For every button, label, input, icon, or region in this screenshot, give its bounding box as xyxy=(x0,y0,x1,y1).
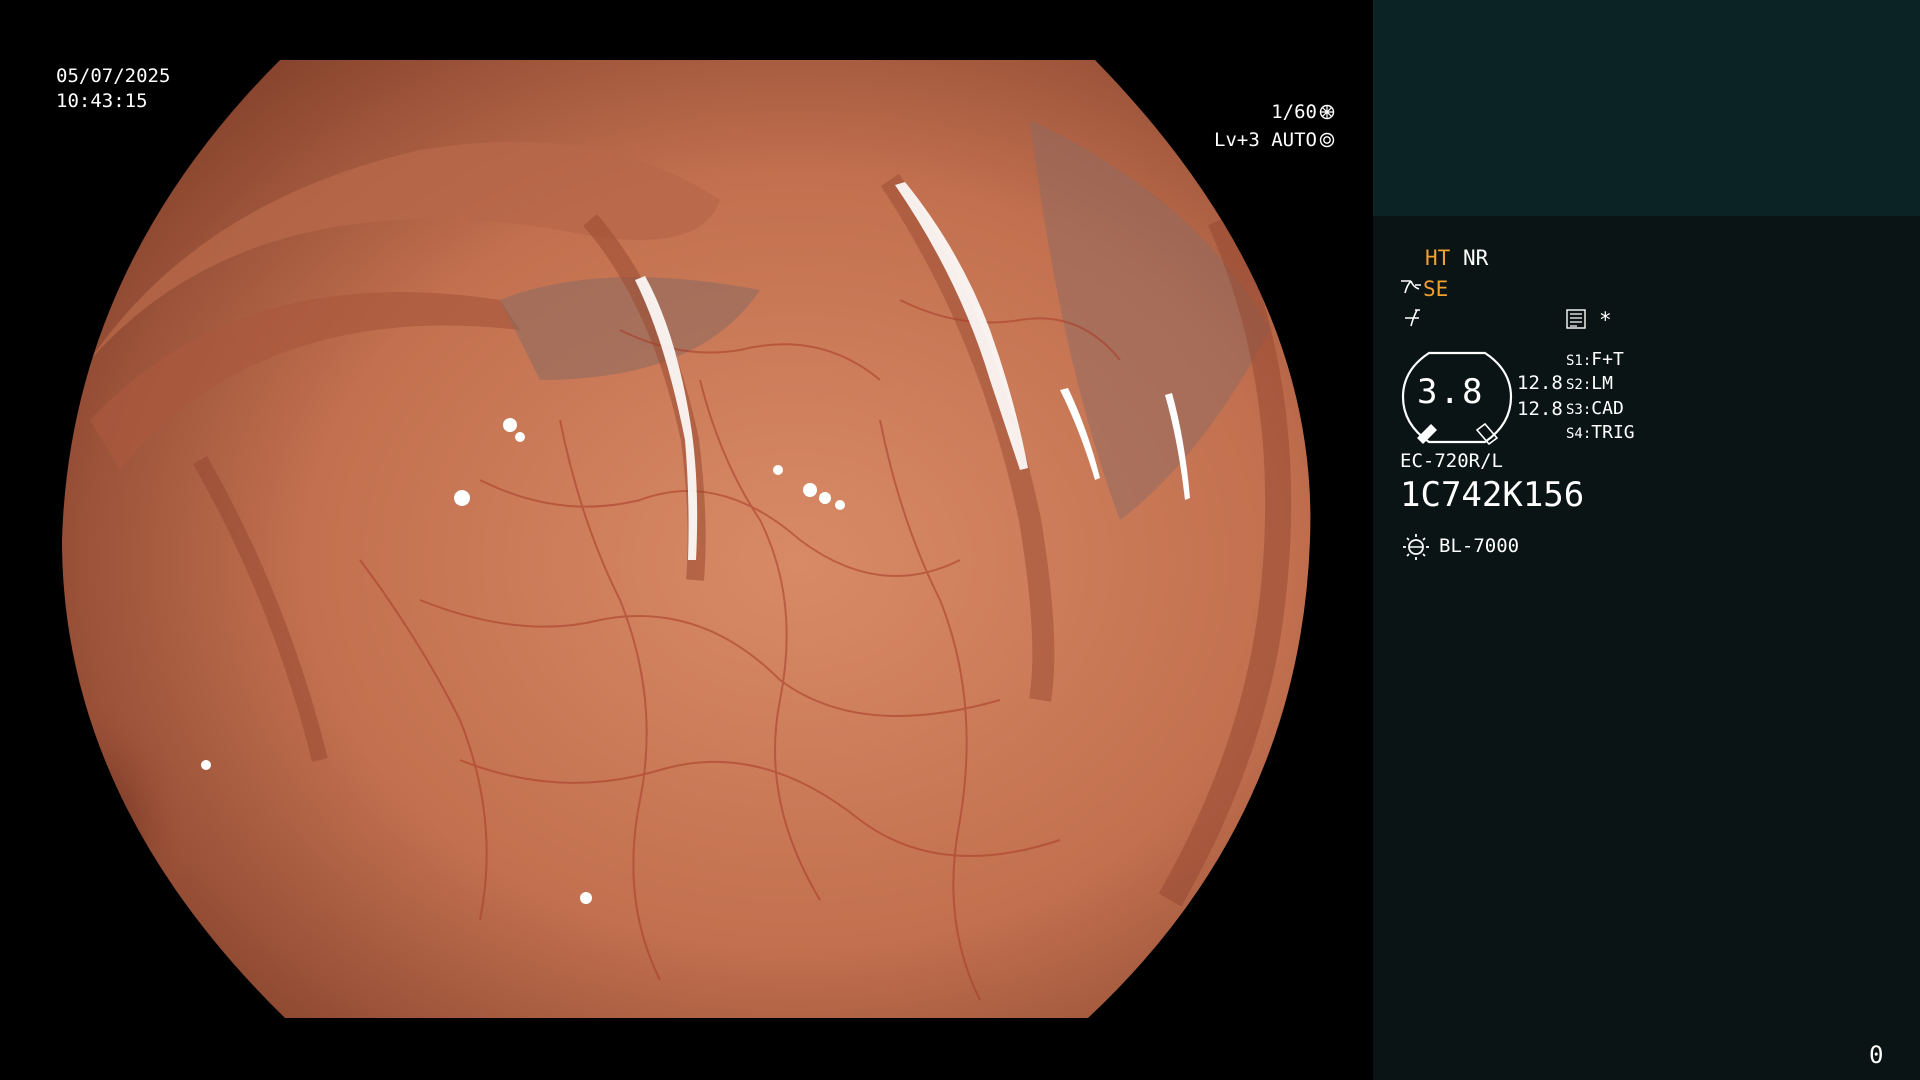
enhance-icon xyxy=(1401,280,1421,294)
shutter-label: 1/60 xyxy=(1271,101,1317,123)
image-counter: 0 xyxy=(1869,1041,1884,1069)
se-indicator: SE xyxy=(1423,277,1449,301)
scope-serial: 1C742K156 xyxy=(1400,475,1585,515)
switch-label: CAD xyxy=(1591,398,1624,419)
endoscopic-image xyxy=(62,60,1311,1018)
value-readout-1: 12.8 xyxy=(1517,372,1563,394)
freeze-icon xyxy=(1405,309,1420,327)
switch-3: S3:CAD xyxy=(1566,398,1624,419)
switch-4: S4:TRIG xyxy=(1566,422,1635,443)
patient-info-box xyxy=(1373,0,1920,216)
scope-model: EC-720R/L xyxy=(1400,450,1503,472)
switch-key: S1 xyxy=(1566,353,1583,369)
light-source: BL-7000 xyxy=(1439,535,1520,557)
lamp-icon xyxy=(1403,534,1429,560)
endoscope-view: 05/07/2025 10:43:15 1/60 Lv+3 AUTO xyxy=(0,0,1373,1080)
light-level-label: Lv+3 AUTO xyxy=(1214,129,1317,151)
auto-iris-icon xyxy=(1319,132,1335,148)
info-panel: HT NR SE * 3.8 12.8 12.8 S1:F+T S2:LM S3… xyxy=(1373,0,1920,1080)
ht-indicator: HT xyxy=(1425,246,1451,270)
switch-label: LM xyxy=(1591,373,1613,394)
nr-indicator: NR xyxy=(1463,246,1489,270)
gauge-value: 3.8 xyxy=(1417,372,1485,412)
switch-key: S2 xyxy=(1566,377,1583,393)
shutter-icon xyxy=(1319,104,1335,120)
switch-key: S3 xyxy=(1566,402,1583,418)
structure-icon xyxy=(1566,309,1586,329)
switch-label: TRIG xyxy=(1591,422,1635,443)
switch-2: S2:LM xyxy=(1566,373,1613,394)
value-readout-2: 12.8 xyxy=(1517,398,1563,420)
light-level-readout: Lv+3 AUTO xyxy=(1214,128,1335,152)
shutter-readout: 1/60 xyxy=(1271,100,1335,124)
date-readout: 05/07/2025 xyxy=(56,65,171,87)
time-readout: 10:43:15 xyxy=(56,90,148,112)
switch-key: S4 xyxy=(1566,426,1583,442)
asterisk-indicator: * xyxy=(1599,308,1612,332)
switch-1: S1:F+T xyxy=(1566,349,1624,370)
switch-label: F+T xyxy=(1591,349,1624,370)
